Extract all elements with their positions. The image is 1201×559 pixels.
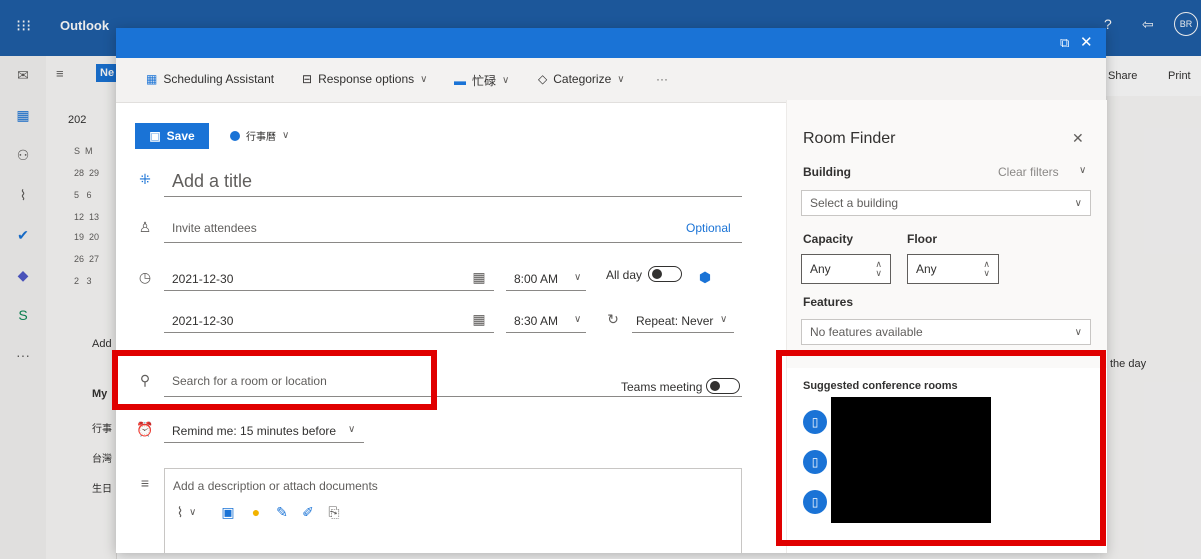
show-as-button[interactable]: ▬ 忙碌 ∨ bbox=[454, 72, 509, 89]
tag-icon: ◇ bbox=[538, 72, 548, 86]
capacity-value: Any bbox=[810, 262, 831, 276]
teams-meeting-label: Teams meeting bbox=[621, 380, 703, 394]
alarm-clock-icon: ⏰ bbox=[136, 420, 154, 437]
building-dropdown[interactable]: Select a building ∨ bbox=[801, 190, 1091, 216]
save-button[interactable]: ▣ Save bbox=[135, 123, 209, 149]
end-time-underline bbox=[506, 332, 586, 333]
response-options-button[interactable]: ⊟ Response options ∨ bbox=[302, 72, 427, 86]
capacity-spinner[interactable]: Any ∧ ∨ bbox=[801, 254, 891, 284]
start-date-underline bbox=[164, 290, 494, 291]
room-finder-title: Room Finder bbox=[803, 130, 896, 147]
end-time-select[interactable]: 8:30 AM bbox=[514, 314, 558, 328]
response-icon: ⊟ bbox=[302, 72, 313, 86]
optional-link[interactable]: Optional bbox=[686, 221, 731, 235]
start-time-underline bbox=[506, 290, 586, 291]
spinner-arrows-icon[interactable]: ∧ ∨ bbox=[983, 260, 990, 278]
all-day-label: All day bbox=[606, 268, 643, 282]
show-as-label: 忙碌 bbox=[472, 74, 497, 88]
save-icon: ▣ bbox=[149, 129, 161, 143]
floor-spinner[interactable]: Any ∧ ∨ bbox=[907, 254, 999, 284]
start-date-input[interactable]: 2021-12-30 bbox=[172, 272, 233, 286]
person-icon: ♙ bbox=[138, 218, 152, 235]
attach-icon[interactable]: ⌇ bbox=[171, 503, 189, 521]
description-placeholder: Add a description or attach documents bbox=[173, 479, 378, 493]
teams-meeting-toggle[interactable] bbox=[706, 378, 740, 394]
response-options-label: Response options bbox=[318, 72, 415, 86]
calendar-selector[interactable]: 行事曆 ∨ bbox=[230, 128, 289, 143]
chevron-down-icon[interactable]: ∨ bbox=[348, 424, 355, 435]
chevron-down-icon[interactable]: ∨ bbox=[189, 507, 196, 518]
image-icon[interactable]: ▣ bbox=[219, 503, 237, 521]
features-dropdown[interactable]: No features available ∨ bbox=[801, 319, 1091, 345]
chevron-down-icon: ∨ bbox=[502, 75, 510, 86]
end-date-input[interactable]: 2021-12-30 bbox=[172, 314, 233, 328]
emoji-icon[interactable]: ● bbox=[247, 503, 265, 521]
building-label: Building bbox=[803, 165, 851, 179]
title-input[interactable]: Add a title bbox=[172, 171, 252, 192]
busy-icon: ▬ bbox=[454, 73, 466, 88]
more-options-button[interactable]: ··· bbox=[656, 72, 668, 86]
building-dropdown-value: Select a building bbox=[810, 196, 899, 210]
chevron-down-icon[interactable]: ∨ bbox=[574, 272, 581, 283]
suggested-rooms-highlight-box bbox=[776, 350, 1106, 546]
timezone-icon[interactable]: ⬢ bbox=[696, 268, 714, 286]
date-picker-icon[interactable]: ▦ bbox=[470, 310, 488, 328]
invite-attendees-input[interactable]: Invite attendees bbox=[172, 221, 257, 235]
repeat-icon: ↻ bbox=[607, 310, 619, 327]
location-highlight-box bbox=[112, 350, 437, 410]
features-label: Features bbox=[803, 295, 854, 309]
dialog-toolbar: ▦ Scheduling Assistant ⊟ Response option… bbox=[116, 58, 1106, 103]
chevron-down-icon[interactable]: ∨ bbox=[1079, 165, 1086, 176]
chevron-down-icon: ∨ bbox=[282, 130, 290, 141]
all-day-toggle[interactable] bbox=[648, 266, 682, 282]
scheduling-assistant-button[interactable]: ▦ Scheduling Assistant bbox=[146, 72, 274, 86]
chevron-down-icon[interactable]: ∨ bbox=[720, 314, 727, 325]
start-time-select[interactable]: 8:00 AM bbox=[514, 272, 558, 286]
date-picker-icon[interactable]: ▦ bbox=[470, 268, 488, 286]
floor-label: Floor bbox=[907, 232, 937, 246]
repeat-select[interactable]: Repeat: Never bbox=[636, 314, 713, 328]
title-icon: ⁜ bbox=[139, 170, 151, 187]
save-label: Save bbox=[166, 129, 195, 143]
reminder-underline bbox=[164, 442, 364, 443]
dialog-header: ⧉ ✕ bbox=[116, 28, 1106, 58]
chevron-down-icon: ∨ bbox=[1074, 326, 1082, 338]
close-icon[interactable]: ✕ bbox=[1072, 130, 1084, 147]
calendar-name: 行事曆 bbox=[246, 132, 276, 143]
description-editor[interactable]: Add a description or attach documents ⌇ … bbox=[164, 468, 742, 553]
capacity-label: Capacity bbox=[803, 232, 854, 246]
close-icon[interactable]: ✕ bbox=[1080, 33, 1093, 51]
insert-file-icon[interactable]: ⎘ bbox=[325, 503, 343, 521]
clock-icon: ◷ bbox=[138, 268, 152, 285]
chevron-down-icon: ∨ bbox=[1074, 197, 1082, 209]
repeat-underline bbox=[632, 332, 734, 333]
end-date-underline bbox=[164, 332, 494, 333]
chevron-down-icon: ∨ bbox=[617, 73, 625, 85]
format-painter-icon[interactable]: ✎ bbox=[273, 503, 291, 521]
pop-out-icon[interactable]: ⧉ bbox=[1060, 35, 1069, 51]
floor-value: Any bbox=[916, 262, 937, 276]
scheduling-assistant-label: Scheduling Assistant bbox=[163, 72, 275, 86]
features-dropdown-value: No features available bbox=[810, 325, 923, 339]
spinner-arrows-icon[interactable]: ∧ ∨ bbox=[875, 260, 882, 278]
categorize-button[interactable]: ◇ Categorize ∨ bbox=[538, 72, 625, 86]
clear-filters-link[interactable]: Clear filters bbox=[998, 165, 1059, 179]
chevron-down-icon: ∨ bbox=[420, 73, 428, 85]
invite-underline bbox=[164, 242, 742, 243]
description-icon: ≡ bbox=[140, 475, 150, 491]
title-underline bbox=[164, 196, 742, 197]
calendar-icon: ▦ bbox=[146, 72, 158, 86]
highlighter-icon[interactable]: ✐ bbox=[299, 503, 317, 521]
reminder-select[interactable]: Remind me: 15 minutes before bbox=[172, 424, 336, 438]
calendar-color-dot bbox=[230, 130, 240, 141]
chevron-down-icon[interactable]: ∨ bbox=[574, 314, 581, 325]
categorize-label: Categorize bbox=[553, 72, 612, 86]
